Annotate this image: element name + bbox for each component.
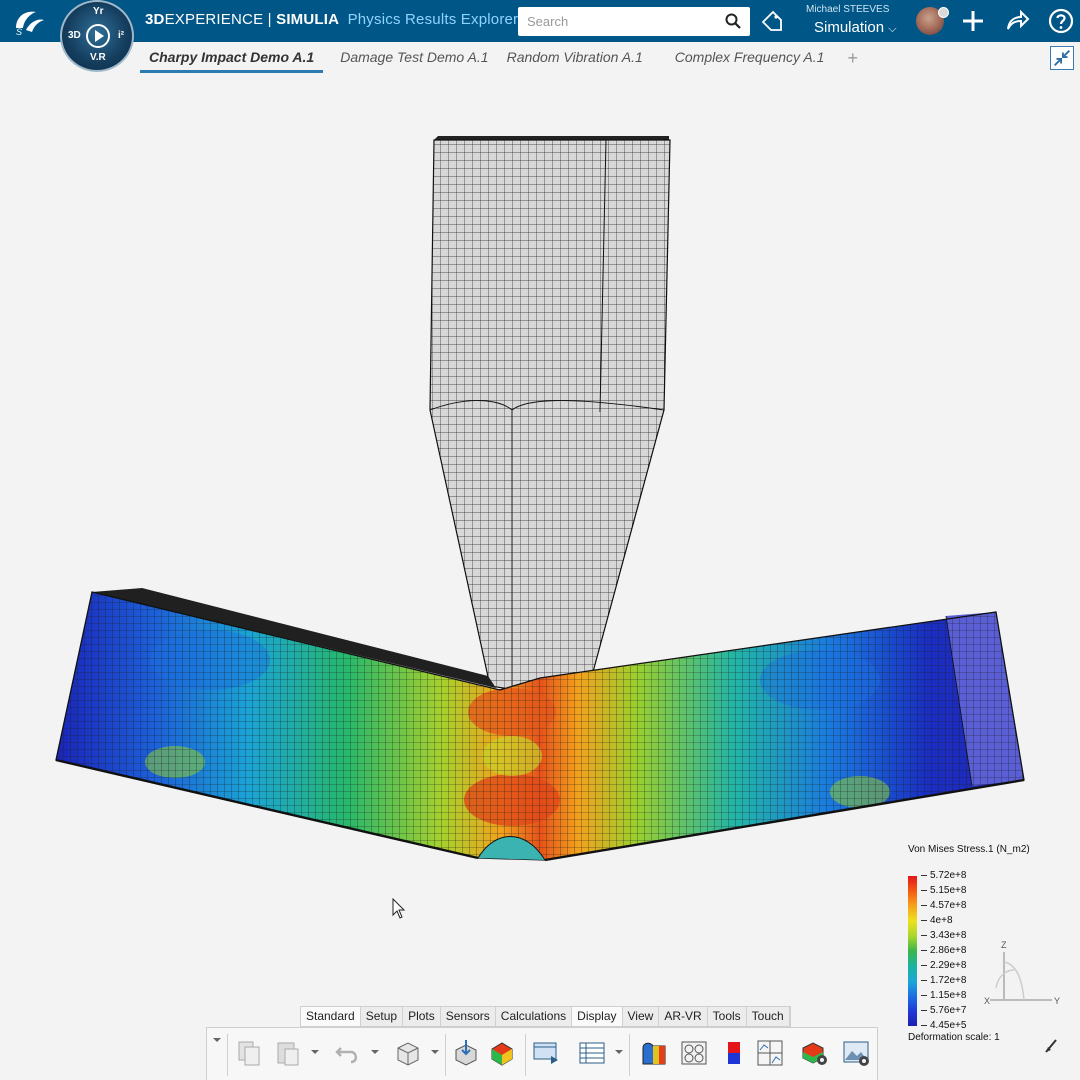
legend-title: Von Mises Stress.1 (N_m2) [908, 844, 1030, 855]
ribbon-tab-sensors[interactable]: Sensors [440, 1007, 496, 1026]
copy-icon[interactable] [235, 1038, 265, 1068]
document-tabs: Charpy Impact Demo A.1 Damage Test Demo … [140, 42, 858, 74]
sensor-points-icon[interactable] [679, 1038, 709, 1068]
add-tab-icon[interactable]: + [847, 48, 858, 69]
table-dropdown-icon[interactable] [615, 1050, 623, 1054]
ribbon-tab-setup[interactable]: Setup [360, 1007, 404, 1026]
ribbon-tab-display[interactable]: Display [572, 1007, 623, 1026]
legend-value: 4.57e+8 [921, 900, 981, 915]
top-bar: S 3DEXPERIENCE | SIMULIA Physics Results… [0, 0, 1080, 42]
ribbon-tab-standard[interactable]: Standard [301, 1007, 361, 1026]
legend-value: 1.15e+8 [921, 990, 981, 1005]
ribbon-tab-calculations[interactable]: Calculations [495, 1007, 573, 1026]
collapse-icon[interactable] [1050, 46, 1074, 70]
plot-layout-icon[interactable] [755, 1038, 785, 1068]
tab-random-vibration[interactable]: Random Vibration A.1 [498, 43, 652, 73]
brand-title: 3DEXPERIENCE | SIMULIA Physics Results E… [145, 11, 519, 28]
legend-value: 5.76e+7 [921, 1005, 981, 1020]
undo-dropdown-icon[interactable] [371, 1050, 379, 1054]
legend-value: 2.29e+8 [921, 960, 981, 975]
contour-plot-icon[interactable] [487, 1038, 517, 1068]
action-bar-tabs: Standard Setup Plots Sensors Calculation… [300, 1006, 791, 1027]
user-name: Michael STEEVES [806, 4, 890, 15]
search-input[interactable] [518, 7, 718, 36]
animation-icon[interactable] [531, 1038, 561, 1068]
ribbon-tab-touch[interactable]: Touch [746, 1007, 790, 1026]
part-dropdown-icon[interactable] [431, 1050, 439, 1054]
paste-dropdown-icon[interactable] [311, 1050, 319, 1054]
compass-widget[interactable]: Yr 3D i² V.R [60, 0, 134, 72]
paste-icon[interactable] [273, 1038, 303, 1068]
ribbon-tab-ar-vr[interactable]: AR-VR [659, 1007, 708, 1026]
legend-value: 4e+8 [921, 915, 981, 930]
legend-values: 5.72e+8 5.15e+8 4.57e+8 4e+8 3.43e+8 2.8… [921, 870, 981, 1035]
compass-right-label: i² [118, 30, 125, 41]
mouse-cursor-icon [392, 898, 406, 919]
share-icon[interactable] [1004, 8, 1030, 34]
part-icon[interactable] [393, 1038, 423, 1068]
expand-icon[interactable] [213, 1038, 221, 1042]
role-selector[interactable]: Simulation ⌵ [814, 19, 897, 36]
ribbon-tab-plots[interactable]: Plots [403, 1007, 441, 1026]
triad-z-label: Z [1001, 940, 1007, 950]
deformation-icon[interactable] [639, 1038, 669, 1068]
undo-icon[interactable] [333, 1038, 363, 1068]
image-settings-icon[interactable] [841, 1038, 871, 1068]
compass-top-label: Yr [93, 6, 104, 17]
tab-charpy-impact[interactable]: Charpy Impact Demo A.1 [140, 43, 324, 73]
compass-left-label: 3D [68, 30, 81, 41]
import-results-icon[interactable] [451, 1038, 481, 1068]
legend-value: 2.86e+8 [921, 945, 981, 960]
app-name: Physics Results Explorer [347, 11, 519, 28]
action-bar [206, 1027, 878, 1080]
display-settings-icon[interactable] [799, 1038, 829, 1068]
help-icon[interactable] [1048, 8, 1074, 34]
play-icon[interactable] [86, 24, 110, 48]
triad-y-label: Y [1054, 996, 1060, 1006]
notification-badge [938, 7, 949, 18]
tab-damage-test[interactable]: Damage Test Demo A.1 [331, 43, 497, 73]
legend-value: 3.43e+8 [921, 930, 981, 945]
ribbon-tab-view[interactable]: View [622, 1007, 660, 1026]
legend-value: 5.15e+8 [921, 885, 981, 900]
dassault-logo[interactable]: S [12, 6, 48, 36]
table-icon[interactable] [577, 1038, 607, 1068]
pen-icon[interactable] [1044, 1038, 1058, 1054]
search-icon[interactable] [725, 13, 741, 29]
ribbon-tab-tools[interactable]: Tools [707, 1007, 747, 1026]
tab-complex-frequency[interactable]: Complex Frequency A.1 [666, 43, 834, 73]
legend-color-bar[interactable] [908, 876, 917, 1026]
chevron-down-icon: ⌵ [888, 23, 897, 35]
triad-x-label: X [984, 996, 990, 1006]
legend-value: 5.72e+8 [921, 870, 981, 885]
color-bar-icon[interactable] [719, 1038, 749, 1068]
3d-viewport[interactable] [0, 74, 1080, 1080]
legend-value: 1.72e+8 [921, 975, 981, 990]
compass-bottom-label: V.R [90, 52, 106, 63]
simulation-model [55, 136, 1025, 862]
axis-triad-icon[interactable]: Z X Y [982, 938, 1062, 1010]
search-box [518, 7, 750, 36]
svg-text:S: S [16, 27, 22, 36]
role-label: Simulation [814, 19, 885, 36]
add-icon[interactable] [960, 8, 986, 34]
deformation-scale: Deformation scale: 1 [908, 1032, 1000, 1043]
tag-icon[interactable] [760, 9, 784, 33]
